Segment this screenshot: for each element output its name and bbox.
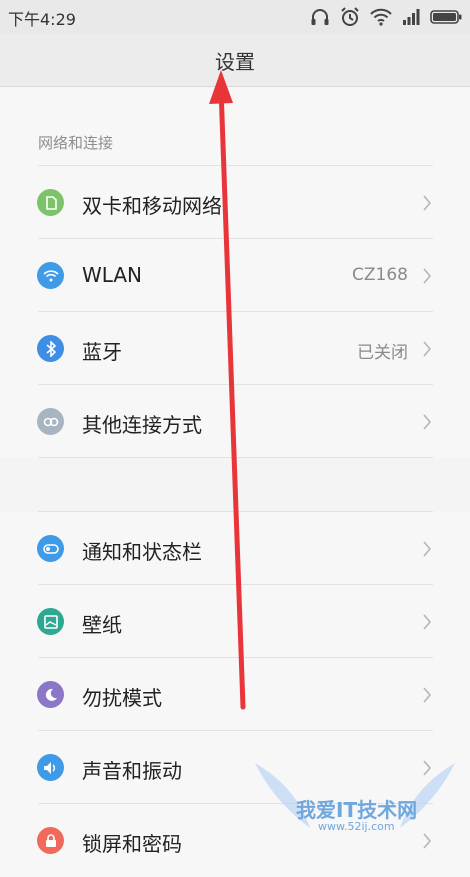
settings-item-label: 勿扰模式: [82, 686, 162, 710]
signal-icon: [403, 9, 420, 25]
link-icon: [37, 408, 64, 435]
wifi-icon: [37, 262, 64, 289]
settings-item-value: CZ168: [352, 265, 408, 285]
settings-item-label: 声音和振动: [82, 759, 182, 783]
settings-item-label: 壁纸: [82, 613, 122, 637]
settings-item-wallpaper[interactable]: 壁纸: [0, 585, 470, 658]
bluetooth-icon: [37, 335, 64, 362]
lock-icon: [37, 827, 64, 854]
status-bar: 下午4:29: [0, 0, 470, 34]
settings-item-label: 锁屏和密码: [82, 832, 182, 856]
page-title: 设置: [215, 50, 255, 74]
section-gap: [0, 458, 470, 512]
settings-item-wlan[interactable]: WLAN CZ168: [0, 239, 470, 312]
settings-item-other-connections[interactable]: 其他连接方式: [0, 385, 470, 458]
watermark: 我爱IT技术网 www.52ij.com: [240, 758, 470, 838]
chevron-right-icon: [423, 268, 432, 284]
chevron-right-icon: [423, 687, 432, 703]
settings-item-label: 双卡和移动网络: [82, 194, 222, 218]
settings-item-dual-sim[interactable]: 双卡和移动网络: [0, 166, 470, 239]
settings-item-label: 通知和状态栏: [82, 540, 202, 564]
sim-card-icon: [37, 189, 64, 216]
settings-item-label: WLAN: [82, 263, 143, 287]
settings-item-value: 已关闭: [357, 343, 408, 363]
speaker-icon: [37, 754, 64, 781]
settings-item-do-not-disturb[interactable]: 勿扰模式: [0, 658, 470, 731]
settings-item-label: 蓝牙: [82, 340, 122, 364]
watermark-url: www.52ij.com: [318, 820, 395, 833]
settings-item-bluetooth[interactable]: 蓝牙 已关闭: [0, 312, 470, 385]
battery-icon: [430, 10, 462, 24]
title-bar: 设置: [0, 34, 470, 87]
status-icons: [310, 7, 462, 27]
settings-item-notifications[interactable]: 通知和状态栏: [0, 512, 470, 585]
wifi-icon: [370, 8, 392, 26]
wallpaper-icon: [37, 608, 64, 635]
settings-item-label: 其他连接方式: [82, 413, 202, 437]
chevron-right-icon: [423, 541, 432, 557]
chevron-right-icon: [423, 614, 432, 630]
headphones-icon: [311, 9, 329, 25]
toggle-icon: [37, 535, 64, 562]
watermark-text: 我爱IT技术网: [296, 798, 418, 822]
status-time: 下午4:29: [8, 10, 76, 29]
moon-icon: [37, 681, 64, 708]
chevron-right-icon: [423, 341, 432, 357]
chevron-right-icon: [423, 195, 432, 211]
chevron-right-icon: [423, 414, 432, 430]
alarm-icon: [341, 7, 359, 26]
section-header-network: 网络和连接: [38, 134, 114, 152]
